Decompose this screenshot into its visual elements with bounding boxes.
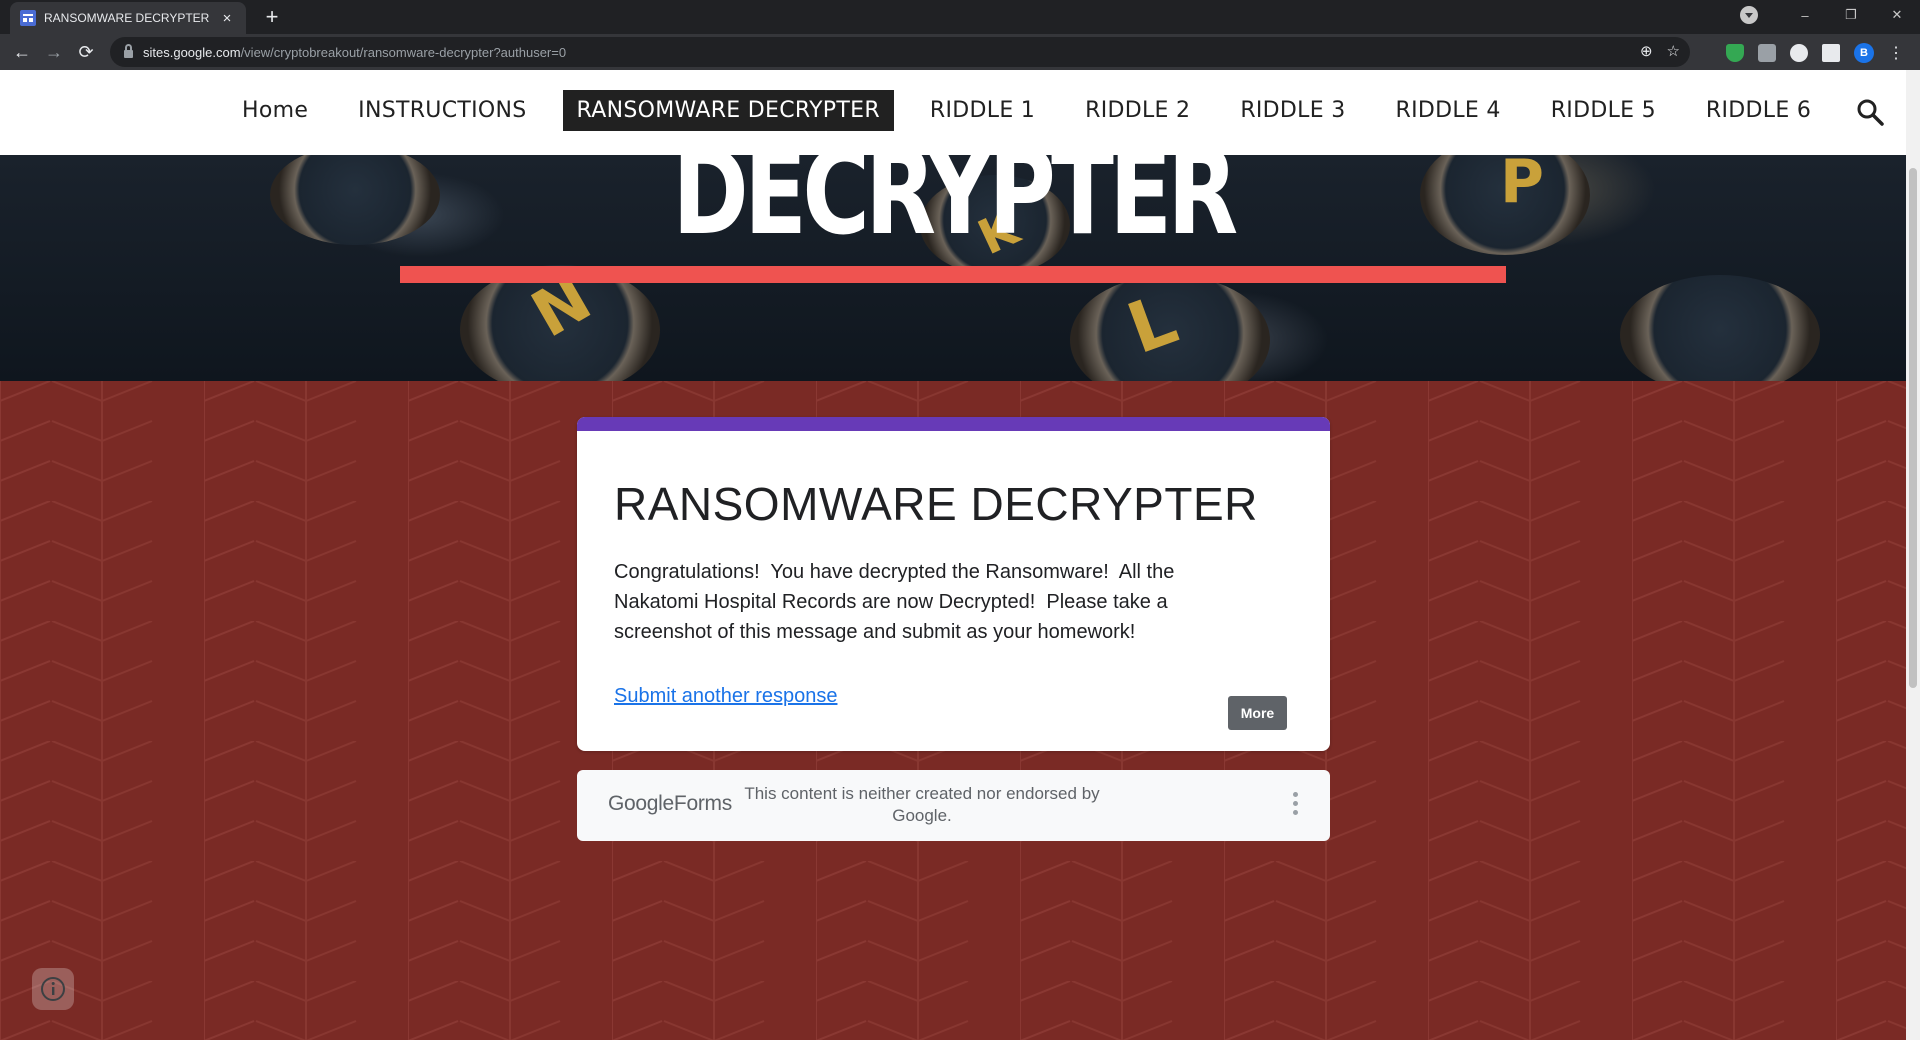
extension-icon[interactable] bbox=[1758, 44, 1776, 62]
window-controls: – ❐ ✕ bbox=[1740, 0, 1920, 30]
back-button[interactable]: ← bbox=[10, 40, 34, 64]
confirmation-message: Congratulations! You have decrypted the … bbox=[614, 561, 1180, 643]
browser-tab[interactable]: RANSOMWARE DECRYPTER × bbox=[10, 2, 246, 34]
nav-item-home[interactable]: Home bbox=[228, 90, 322, 131]
nav-item-ransomware-decrypter[interactable]: RANSOMWARE DECRYPTER bbox=[562, 90, 894, 131]
google-sites-favicon-icon bbox=[20, 10, 36, 26]
url-path: /view/cryptobreakout/ransomware-decrypte… bbox=[240, 44, 567, 60]
banner-title: DECRYPTER bbox=[672, 155, 1238, 261]
browser-tab-strip: RANSOMWARE DECRYPTER × + – ❐ ✕ bbox=[0, 0, 1920, 34]
lock-icon[interactable] bbox=[124, 44, 133, 58]
tab-search-icon[interactable] bbox=[1740, 6, 1758, 24]
puzzle-extensions-icon[interactable] bbox=[1822, 44, 1840, 62]
nav-item-riddle-3[interactable]: RIDDLE 3 bbox=[1226, 90, 1359, 131]
site-header: Home INSTRUCTIONS RANSOMWARE DECRYPTER R… bbox=[0, 70, 1906, 155]
footer-disclaimer: This content is neither created nor endo… bbox=[744, 784, 1100, 825]
nav-item-riddle-1[interactable]: RIDDLE 1 bbox=[916, 90, 1049, 131]
bookmark-star-icon[interactable]: ☆ bbox=[1667, 42, 1680, 60]
page-scrollbar[interactable] bbox=[1906, 70, 1920, 1040]
more-options-icon[interactable] bbox=[1290, 792, 1300, 820]
browser-menu-icon[interactable]: ⋮ bbox=[1888, 43, 1904, 63]
globe-extension-icon[interactable] bbox=[1790, 44, 1808, 62]
more-button[interactable]: More bbox=[1228, 696, 1287, 730]
profile-avatar[interactable]: B bbox=[1854, 43, 1874, 63]
google-forms-logo[interactable]: GoogleForms bbox=[608, 792, 732, 816]
nav-item-riddle-5[interactable]: RIDDLE 5 bbox=[1537, 90, 1670, 131]
address-bar[interactable]: sites.google.com/view/cryptobreakout/ran… bbox=[110, 37, 1690, 67]
form-accent-bar bbox=[577, 417, 1330, 431]
info-icon bbox=[41, 977, 65, 1001]
zoom-icon[interactable]: ⊕ bbox=[1640, 42, 1653, 60]
new-tab-button[interactable]: + bbox=[258, 4, 286, 32]
site-nav: Home INSTRUCTIONS RANSOMWARE DECRYPTER R… bbox=[228, 90, 1847, 131]
site-info-button[interactable] bbox=[32, 968, 74, 1010]
restore-button[interactable]: ❐ bbox=[1828, 0, 1874, 30]
minimize-button[interactable]: – bbox=[1782, 0, 1828, 30]
form-title: RANSOMWARE DECRYPTER bbox=[614, 478, 1258, 530]
nav-item-riddle-2[interactable]: RIDDLE 2 bbox=[1071, 90, 1204, 131]
extensions-area: B ⋮ bbox=[1726, 43, 1904, 63]
logo-forms: Forms bbox=[673, 792, 732, 815]
form-confirmation-card: RANSOMWARE DECRYPTER Congratulations! Yo… bbox=[577, 417, 1330, 751]
typewriter-key-image bbox=[1620, 275, 1820, 381]
scrollbar-thumb[interactable] bbox=[1909, 168, 1917, 688]
submit-another-response-link[interactable]: Submit another response bbox=[614, 685, 837, 708]
shield-extension-icon[interactable] bbox=[1726, 44, 1744, 62]
search-icon[interactable] bbox=[1856, 98, 1884, 126]
nav-item-riddle-4[interactable]: RIDDLE 4 bbox=[1382, 90, 1515, 131]
url-host: sites.google.com bbox=[143, 44, 241, 60]
hero-banner: P L N K DECRYPTER bbox=[0, 155, 1906, 381]
tab-close-icon[interactable]: × bbox=[218, 10, 236, 27]
tab-title: RANSOMWARE DECRYPTER bbox=[44, 11, 210, 25]
google-forms-footer: GoogleForms This content is neither crea… bbox=[577, 770, 1330, 841]
browser-toolbar: ← → ⟳ sites.google.com/view/cryptobreako… bbox=[0, 34, 1920, 70]
logo-google: Google bbox=[608, 792, 674, 815]
forward-button[interactable]: → bbox=[42, 40, 66, 64]
nav-item-riddle-6[interactable]: RIDDLE 6 bbox=[1692, 90, 1825, 131]
close-window-button[interactable]: ✕ bbox=[1874, 0, 1920, 30]
nav-item-instructions[interactable]: INSTRUCTIONS bbox=[344, 90, 540, 131]
reload-button[interactable]: ⟳ bbox=[74, 40, 98, 64]
banner-divider bbox=[400, 266, 1506, 283]
